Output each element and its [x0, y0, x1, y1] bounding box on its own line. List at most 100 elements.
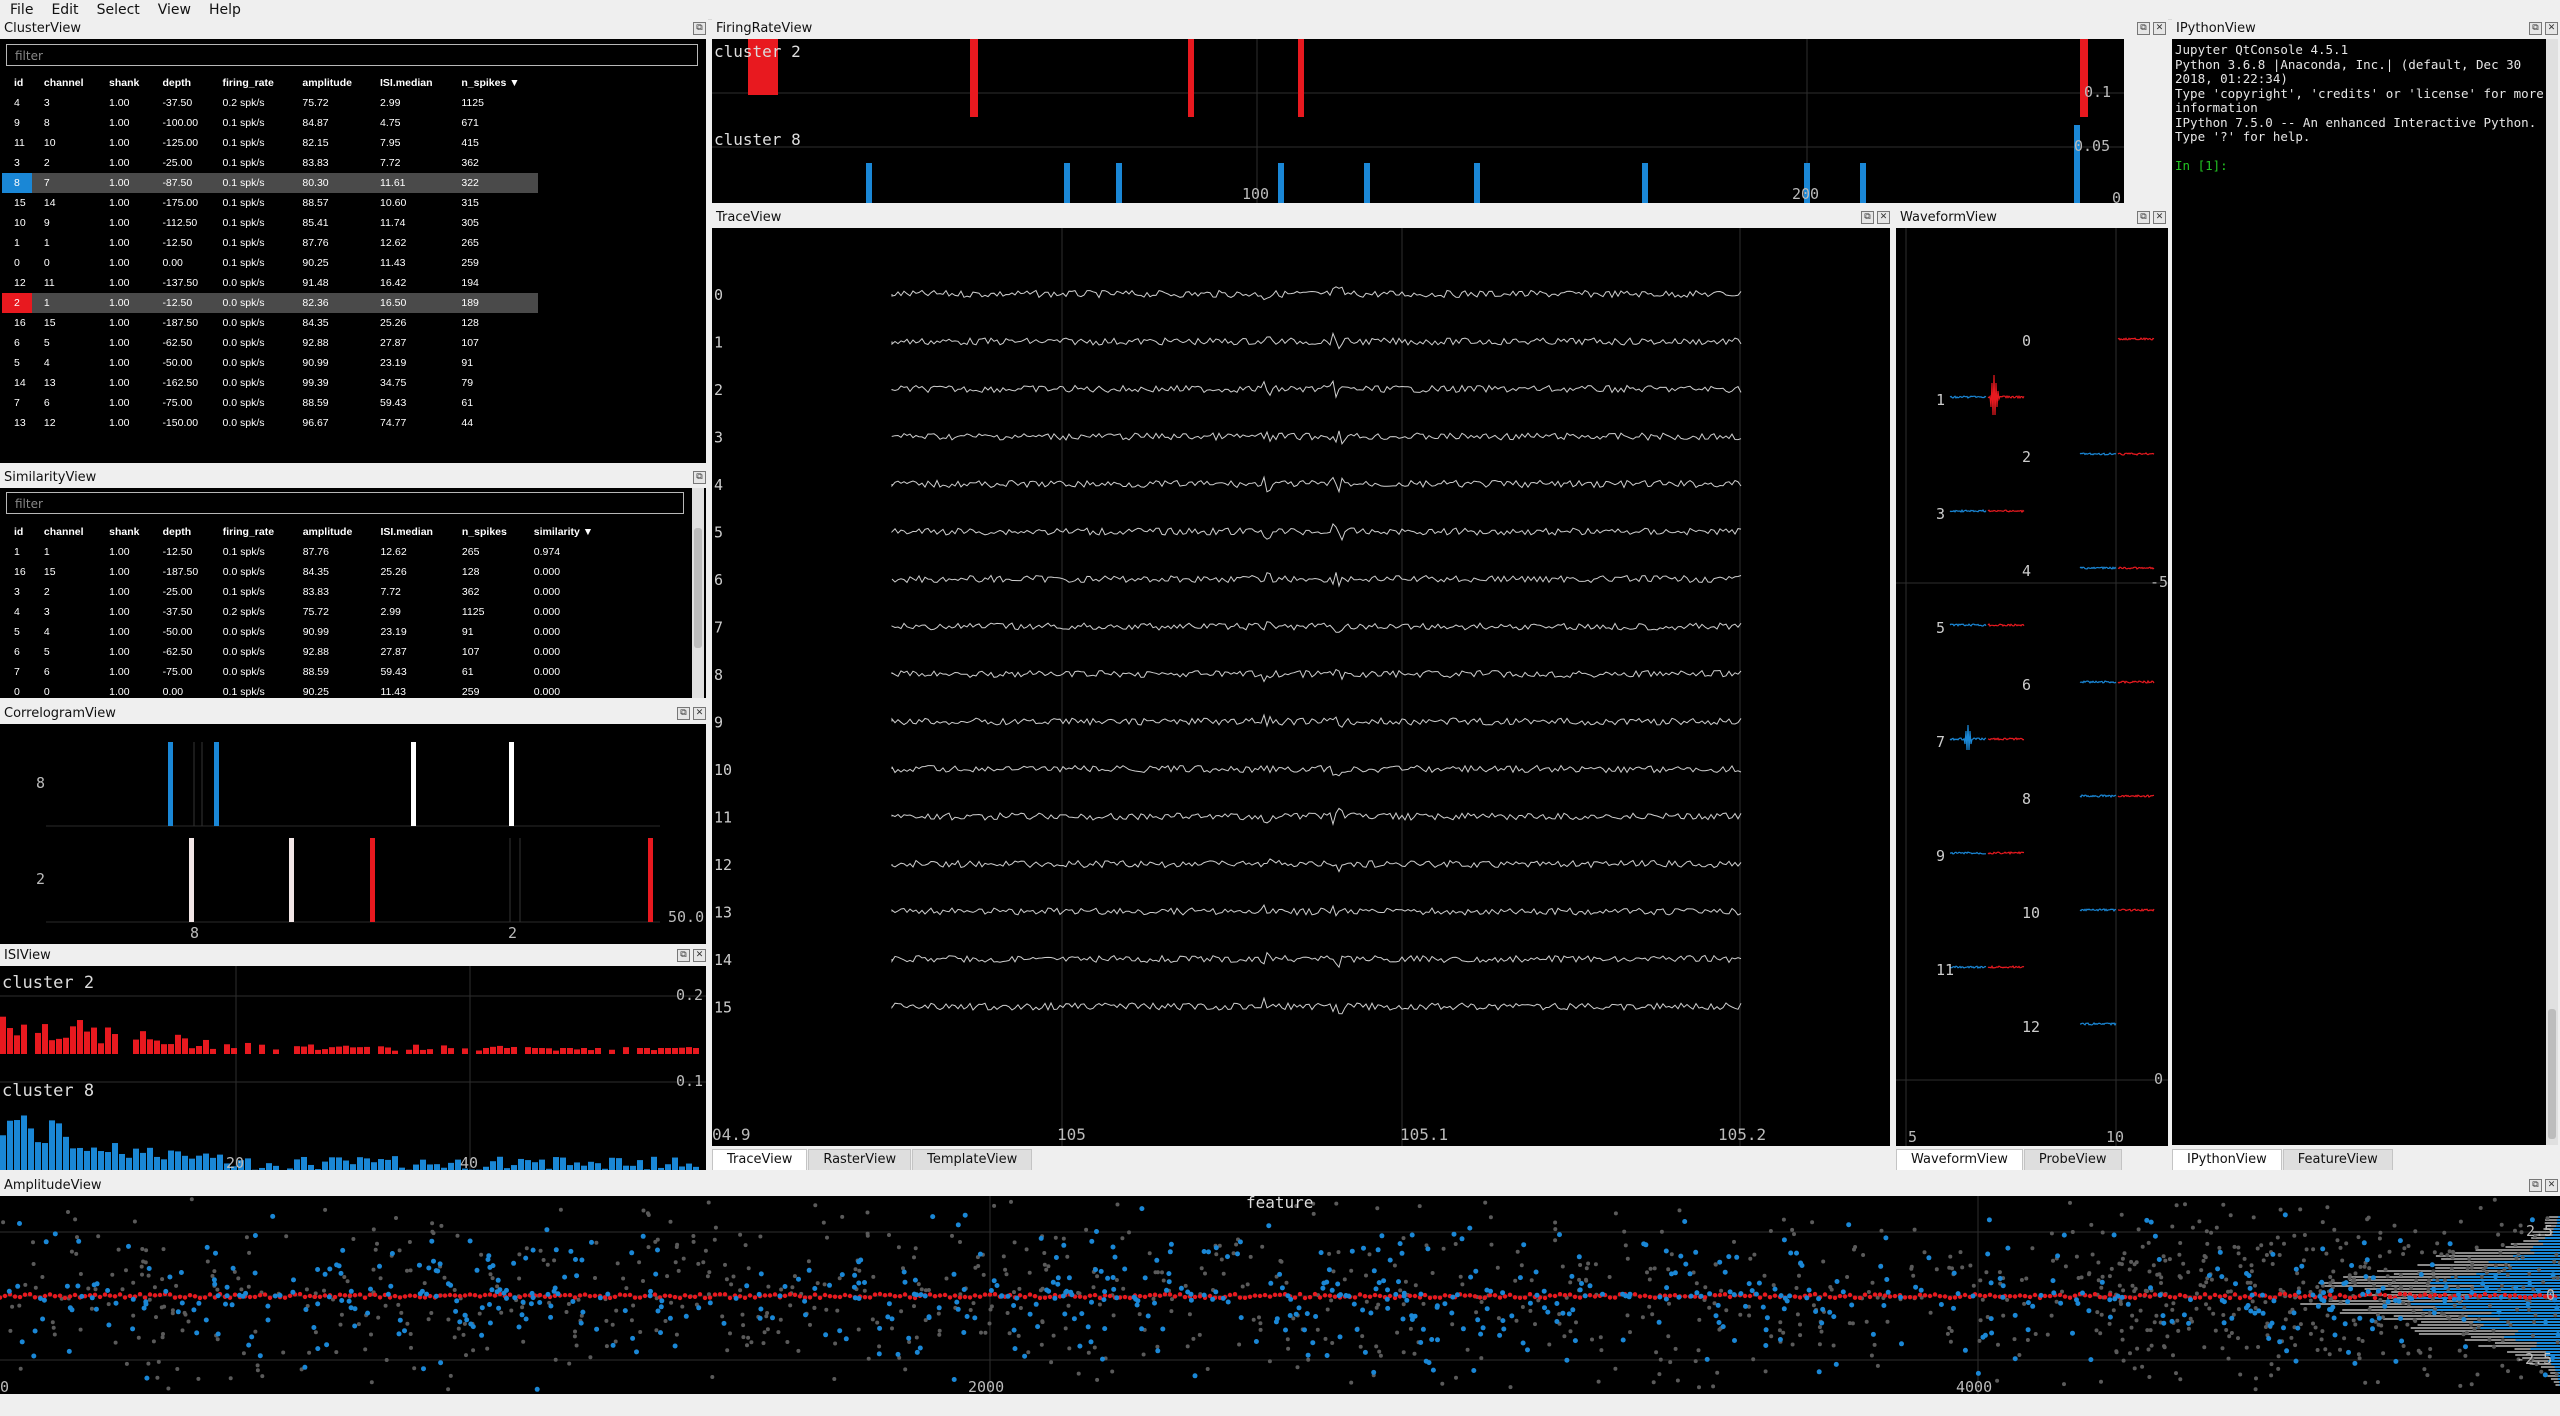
- amplitude-point: [1840, 1289, 1846, 1295]
- menu-select[interactable]: Select: [87, 2, 148, 18]
- close-icon[interactable]: ✕: [693, 949, 706, 962]
- table-row[interactable]: 9 8 1.00 -100.00 0.1 spk/s 84.87 4.75 671: [2, 113, 538, 133]
- table-row[interactable]: 12 11 1.00 -137.50 0.0 spk/s 91.48 16.42 194: [2, 273, 538, 293]
- similarity-scrollbar[interactable]: [692, 488, 704, 698]
- amplitude-point: [1053, 1235, 1058, 1240]
- column-header[interactable]: firing_rate: [210, 73, 290, 93]
- waveform-plot[interactable]: 0123456789101112 -5 0 5 10: [1896, 228, 2168, 1146]
- float-icon[interactable]: ⧉: [693, 471, 706, 484]
- menu-edit[interactable]: Edit: [41, 2, 86, 18]
- table-row[interactable]: 0 0 1.00 0.00 0.1 spk/s 90.25 11.43 259 0.000: [2, 682, 612, 702]
- correlogram-plot[interactable]: 8 2 8 2 50.0: [0, 724, 706, 944]
- amplitude-point: [1460, 1282, 1465, 1287]
- column-header[interactable]: shank: [97, 522, 150, 542]
- tab-template-view[interactable]: TemplateView: [912, 1149, 1033, 1170]
- close-icon[interactable]: ✕: [2153, 22, 2166, 35]
- float-icon[interactable]: ⧉: [2529, 1179, 2542, 1192]
- table-row[interactable]: 6 5 1.00 -62.50 0.0 spk/s 92.88 27.87 107 0.000: [2, 642, 612, 662]
- amplitude-plot[interactable]: feature 0 2000 4000 2.5 0 -2.5: [0, 1193, 2560, 1396]
- amplitude-point: [2186, 1320, 2192, 1326]
- isi-plot[interactable]: cluster 2 cluster 8 0.2 0.1 20 40: [0, 966, 706, 1172]
- table-row[interactable]: 3 2 1.00 -25.00 0.1 spk/s 83.83 7.72 362: [2, 153, 538, 173]
- table-row[interactable]: 7 6 1.00 -75.00 0.0 spk/s 88.59 59.43 61 0.000: [2, 662, 612, 682]
- float-icon[interactable]: ⧉: [2529, 22, 2542, 35]
- isi-bar: [581, 1165, 587, 1170]
- amplitude-point: [1037, 1295, 1043, 1301]
- table-row[interactable]: 13 12 1.00 -150.00 0.0 spk/s 96.67 74.77 44: [2, 413, 538, 433]
- table-row[interactable]: 8 7 1.00 -87.50 0.1 spk/s 80.30 11.61 322: [2, 173, 538, 193]
- similarity-filter-input[interactable]: filter: [6, 492, 684, 514]
- ipython-scrollbar[interactable]: [2546, 39, 2558, 1145]
- amplitude-point: [992, 1292, 998, 1297]
- tab-trace-view[interactable]: TraceView: [712, 1149, 808, 1170]
- column-header[interactable]: firing_rate: [211, 522, 291, 542]
- tab-feature-view[interactable]: FeatureView: [2282, 1149, 2393, 1170]
- column-header[interactable]: ISI.median: [368, 522, 449, 542]
- float-icon[interactable]: ⧉: [677, 949, 690, 962]
- table-row[interactable]: 15 14 1.00 -175.00 0.1 spk/s 88.57 10.60 315: [2, 193, 538, 213]
- firing-rate-plot[interactable]: cluster 2 cluster 8 0.1 0.05 0 100 200: [712, 39, 2124, 207]
- column-header[interactable]: id: [2, 73, 32, 93]
- table-row[interactable]: 16 15 1.00 -187.50 0.0 spk/s 84.35 25.26 128 0.0…: [2, 562, 612, 582]
- column-header[interactable]: ISI.median: [368, 73, 449, 93]
- firing-rate-x-tick: 100: [1242, 185, 1269, 203]
- column-header[interactable]: depth: [150, 73, 210, 93]
- amplitude-point: [827, 1294, 833, 1299]
- tab-waveform-view[interactable]: WaveformView: [1896, 1149, 2023, 1170]
- table-row[interactable]: 0 0 1.00 0.00 0.1 spk/s 90.25 11.43 259: [2, 253, 538, 273]
- table-row[interactable]: 4 3 1.00 -37.50 0.2 spk/s 75.72 2.99 1125 0.000: [2, 602, 612, 622]
- float-icon[interactable]: ⧉: [693, 22, 706, 35]
- amplitude-point: [1798, 1333, 1803, 1338]
- cluster-filter-input[interactable]: filter: [6, 44, 698, 66]
- close-icon[interactable]: ✕: [2153, 211, 2166, 224]
- column-header[interactable]: id: [2, 522, 32, 542]
- float-icon[interactable]: ⧉: [2137, 22, 2150, 35]
- table-row[interactable]: 5 4 1.00 -50.00 0.0 spk/s 90.99 23.19 91 0.000: [2, 622, 612, 642]
- amplitude-point: [260, 1374, 265, 1379]
- column-header[interactable]: depth: [151, 522, 211, 542]
- menu-view[interactable]: View: [148, 2, 199, 18]
- ipython-console[interactable]: Jupyter QtConsole 4.5.1 Python 3.6.8 |An…: [2172, 39, 2546, 1145]
- close-icon[interactable]: ✕: [1877, 211, 1890, 224]
- float-icon[interactable]: ⧉: [1861, 211, 1874, 224]
- column-header[interactable]: amplitude: [290, 73, 368, 93]
- table-row[interactable]: 16 15 1.00 -187.50 0.0 spk/s 84.35 25.26 128: [2, 313, 538, 333]
- close-icon[interactable]: ✕: [693, 707, 706, 720]
- amplitude-point: [672, 1343, 678, 1349]
- column-header[interactable]: channel: [32, 522, 97, 542]
- amplitude-point: [430, 1221, 435, 1226]
- close-icon[interactable]: ✕: [2545, 1179, 2558, 1192]
- column-header[interactable]: shank: [97, 73, 150, 93]
- table-row[interactable]: 5 4 1.00 -50.00 0.0 spk/s 90.99 23.19 91: [2, 353, 538, 373]
- column-header[interactable]: channel: [32, 73, 97, 93]
- table-row[interactable]: 7 6 1.00 -75.00 0.0 spk/s 88.59 59.43 61: [2, 393, 538, 413]
- amplitude-point: [2435, 1241, 2440, 1246]
- column-header[interactable]: n_spikes: [450, 522, 522, 542]
- column-header[interactable]: amplitude: [291, 522, 369, 542]
- table-row[interactable]: 4 3 1.00 -37.50 0.2 spk/s 75.72 2.99 1125: [2, 93, 538, 113]
- table-row[interactable]: 3 2 1.00 -25.00 0.1 spk/s 83.83 7.72 362 0.000: [2, 582, 612, 602]
- tab-raster-view[interactable]: RasterView: [808, 1149, 912, 1170]
- menu-file[interactable]: File: [0, 2, 41, 18]
- waveform-y-tick: 0: [2154, 1070, 2163, 1088]
- table-row[interactable]: 14 13 1.00 -162.50 0.0 spk/s 99.39 34.75 79: [2, 373, 538, 393]
- tab-ipython-view[interactable]: IPythonView: [2172, 1149, 2282, 1170]
- table-row[interactable]: 10 9 1.00 -112.50 0.1 spk/s 85.41 11.74 305: [2, 213, 538, 233]
- table-cell: 12.62: [380, 237, 407, 249]
- table-row[interactable]: 2 1 1.00 -12.50 0.0 spk/s 82.36 16.50 189: [2, 293, 538, 313]
- float-icon[interactable]: ⧉: [2137, 211, 2150, 224]
- amplitude-point: [2012, 1294, 2018, 1299]
- trace-plot[interactable]: 0123456789101112131415 04.9 105 105.1 105.2: [712, 228, 1890, 1146]
- table-row[interactable]: 11 10 1.00 -125.00 0.1 spk/s 82.15 7.95 415: [2, 133, 538, 153]
- amplitude-point: [1367, 1252, 1372, 1257]
- table-row[interactable]: 1 1 1.00 -12.50 0.1 spk/s 87.76 12.62 265 0.974: [2, 542, 612, 562]
- tab-probe-view[interactable]: ProbeView: [2023, 1149, 2122, 1170]
- column-header[interactable]: n_spikes ▼: [449, 73, 538, 93]
- column-header[interactable]: similarity ▼: [522, 522, 612, 542]
- close-icon[interactable]: ✕: [2545, 22, 2558, 35]
- table-row[interactable]: 6 5 1.00 -62.50 0.0 spk/s 92.88 27.87 107: [2, 333, 538, 353]
- menu-help[interactable]: Help: [199, 2, 249, 18]
- float-icon[interactable]: ⧉: [677, 707, 690, 720]
- table-row[interactable]: 1 1 1.00 -12.50 0.1 spk/s 87.76 12.62 265: [2, 233, 538, 253]
- amplitude-point: [2212, 1292, 2218, 1298]
